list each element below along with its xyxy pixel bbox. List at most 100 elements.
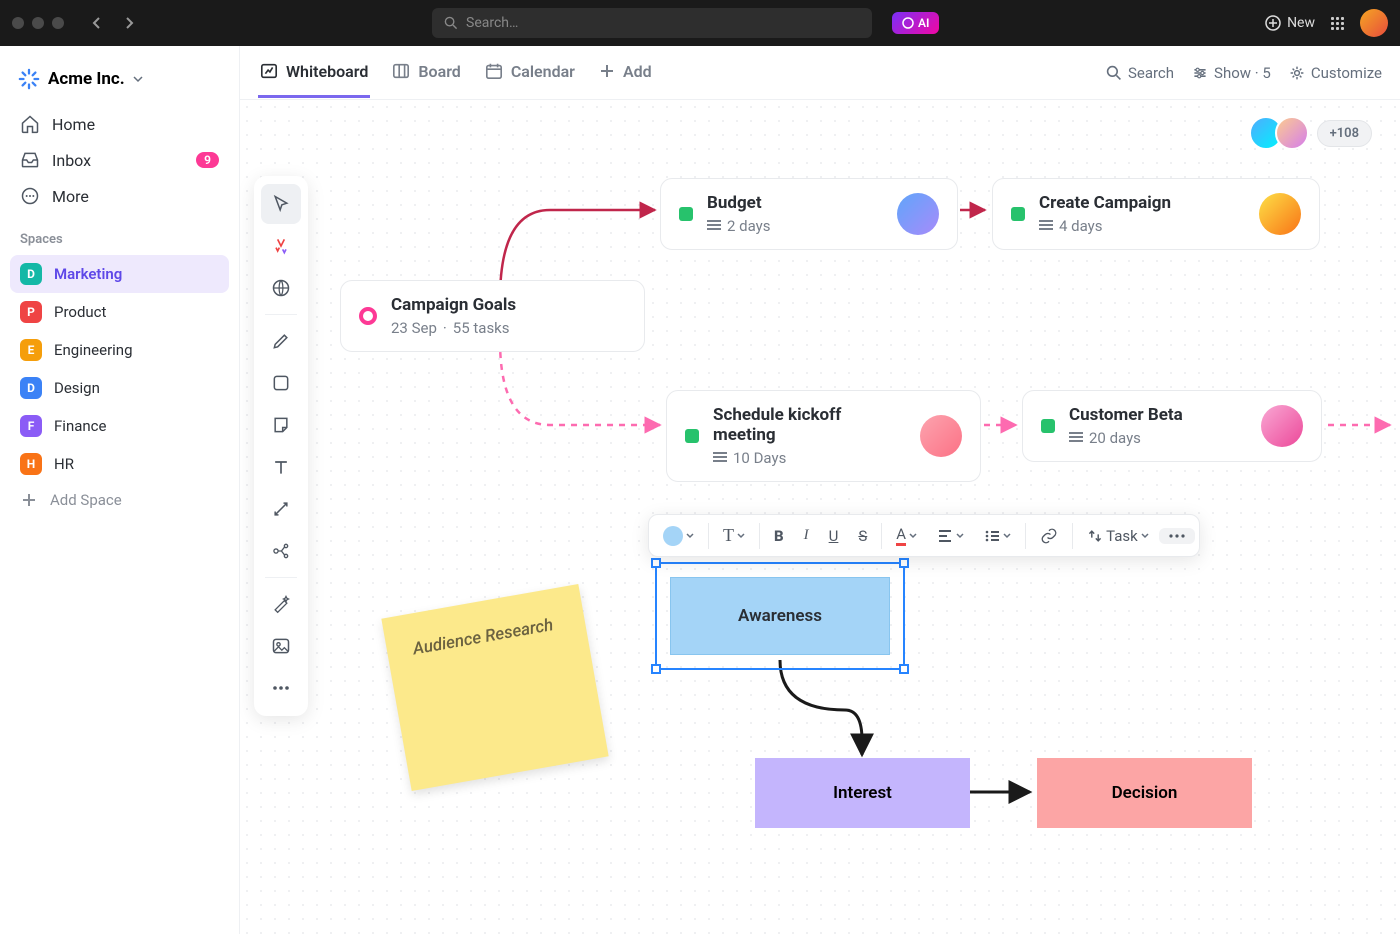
fmt-link[interactable] — [1030, 521, 1068, 551]
space-icon: H — [20, 453, 42, 475]
fmt-convert-task[interactable]: Task — [1077, 521, 1159, 551]
traffic-lights — [12, 17, 64, 29]
toolbar-search[interactable]: Search — [1106, 64, 1174, 82]
fmt-align[interactable] — [927, 523, 974, 549]
tool-connector[interactable] — [261, 489, 301, 529]
fmt-text-color[interactable]: A — [886, 519, 927, 552]
assignee-avatar[interactable] — [1259, 193, 1301, 235]
ai-button[interactable]: AI — [892, 12, 939, 34]
close-dot[interactable] — [12, 17, 24, 29]
lines-icon — [707, 220, 721, 232]
card-budget[interactable]: Budget 2 days — [660, 178, 958, 250]
tool-panel — [254, 176, 308, 716]
plus-icon — [599, 63, 615, 79]
shape-interest[interactable]: Interest — [755, 758, 970, 828]
inbox-icon — [20, 150, 40, 170]
fmt-list[interactable] — [974, 523, 1021, 549]
tool-mindmap[interactable] — [261, 531, 301, 571]
card-kickoff[interactable]: Schedule kickoff meeting 10 Days — [666, 390, 981, 482]
space-icon: E — [20, 339, 42, 361]
fmt-italic[interactable]: I — [794, 521, 819, 550]
tool-text[interactable] — [261, 447, 301, 487]
add-space-button[interactable]: Add Space — [10, 483, 229, 517]
space-engineering[interactable]: E Engineering — [10, 331, 229, 369]
fmt-bold[interactable]: B — [764, 521, 794, 551]
card-campaign-goals[interactable]: Campaign Goals 23 Sep · 55 tasks — [340, 280, 645, 352]
new-button[interactable]: New — [1265, 15, 1315, 31]
status-square-icon — [679, 207, 693, 221]
tab-whiteboard[interactable]: Whiteboard — [258, 48, 370, 98]
assignee-avatar[interactable] — [897, 193, 939, 235]
tool-image[interactable] — [261, 626, 301, 666]
shape-decision[interactable]: Decision — [1037, 758, 1252, 828]
board-icon — [392, 62, 410, 80]
forward-button[interactable] — [116, 10, 142, 36]
status-square-icon — [685, 429, 699, 443]
space-icon: D — [20, 263, 42, 285]
link-icon — [1040, 527, 1058, 545]
more-icon — [20, 186, 40, 206]
status-square-icon — [1011, 207, 1025, 221]
more-collaborators[interactable]: +108 — [1317, 120, 1372, 147]
maximize-dot[interactable] — [52, 17, 64, 29]
status-square-icon — [1041, 419, 1055, 433]
fmt-strike[interactable]: S — [848, 521, 877, 551]
content-area: Whiteboard Board Calendar Add Search — [240, 46, 1400, 934]
format-toolbar: T B I U S A Task — [648, 514, 1200, 557]
tool-more[interactable] — [261, 668, 301, 708]
search-icon — [444, 16, 458, 30]
back-button[interactable] — [84, 10, 110, 36]
tool-ai[interactable] — [261, 226, 301, 266]
tab-board[interactable]: Board — [390, 48, 462, 98]
sidebar-item-inbox[interactable]: Inbox 9 — [10, 142, 229, 178]
plus-icon — [20, 491, 38, 509]
tab-add[interactable]: Add — [597, 48, 654, 98]
home-icon — [20, 114, 40, 134]
search-icon — [1106, 65, 1122, 81]
toolbar-show[interactable]: Show · 5 — [1192, 64, 1271, 82]
calendar-icon — [485, 62, 503, 80]
tool-pen[interactable] — [261, 321, 301, 361]
tool-web[interactable] — [261, 268, 301, 308]
view-tabs: Whiteboard Board Calendar Add Search — [240, 46, 1400, 100]
collaborator-avatar[interactable] — [1275, 116, 1309, 150]
space-hr[interactable]: H HR — [10, 445, 229, 483]
chevron-down-icon — [133, 74, 143, 84]
space-design[interactable]: D Design — [10, 369, 229, 407]
history-nav — [84, 10, 142, 36]
assignee-avatar[interactable] — [1261, 405, 1303, 447]
sidebar-item-more[interactable]: More — [10, 178, 229, 214]
tool-select[interactable] — [261, 184, 301, 224]
space-finance[interactable]: F Finance — [10, 407, 229, 445]
fmt-fill-color[interactable] — [653, 520, 704, 552]
whiteboard-canvas[interactable]: +108 — [240, 100, 1400, 934]
minimize-dot[interactable] — [32, 17, 44, 29]
fmt-more[interactable] — [1159, 528, 1195, 544]
tool-magic[interactable] — [261, 584, 301, 624]
fmt-text-style[interactable]: T — [713, 519, 755, 552]
card-create-campaign[interactable]: Create Campaign 4 days — [992, 178, 1320, 250]
card-customer-beta[interactable]: Customer Beta 20 days — [1022, 390, 1322, 462]
user-avatar[interactable] — [1360, 9, 1388, 37]
fmt-underline[interactable]: U — [819, 521, 849, 551]
sidebar-item-home[interactable]: Home — [10, 106, 229, 142]
tool-shape[interactable] — [261, 363, 301, 403]
tab-calendar[interactable]: Calendar — [483, 48, 577, 98]
assignee-avatar[interactable] — [920, 415, 962, 457]
spaces-section-label: Spaces — [10, 214, 229, 255]
align-icon — [937, 529, 953, 543]
tool-sticky[interactable] — [261, 405, 301, 445]
global-search[interactable]: Search… — [432, 8, 872, 38]
toolbar-customize[interactable]: Customize — [1289, 64, 1382, 82]
search-placeholder: Search… — [466, 15, 518, 31]
convert-icon — [1087, 528, 1103, 544]
apps-grid-icon[interactable] — [1331, 17, 1344, 30]
sticky-note[interactable]: Audience Research — [381, 584, 608, 791]
window-titlebar: Search… AI New — [0, 0, 1400, 46]
chevron-down-icon — [686, 532, 694, 540]
space-marketing[interactable]: D Marketing — [10, 255, 229, 293]
workspace-switcher[interactable]: Acme Inc. — [10, 58, 229, 106]
shape-awareness[interactable]: Awareness — [670, 577, 890, 655]
collaborators: +108 — [1257, 116, 1372, 150]
space-product[interactable]: P Product — [10, 293, 229, 331]
